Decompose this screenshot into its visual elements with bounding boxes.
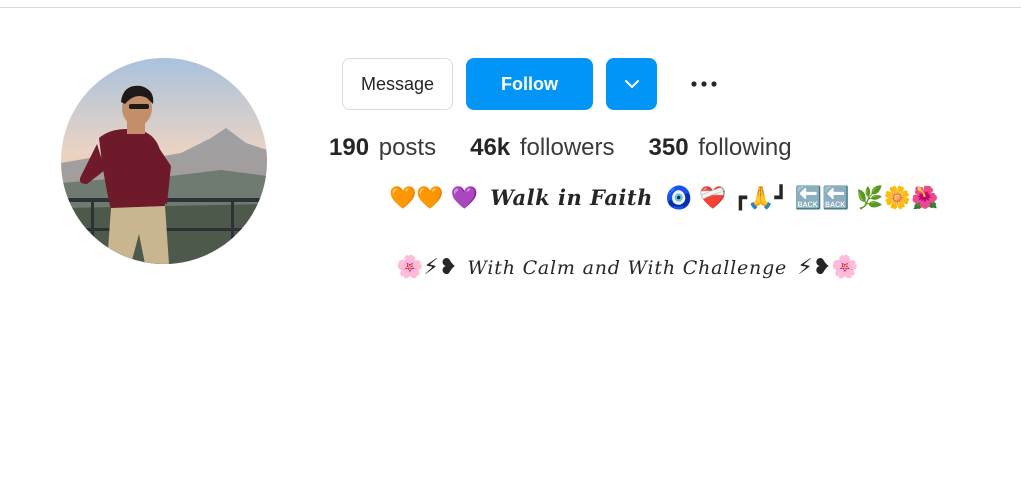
stat-label: followers (519, 134, 615, 161)
stat-number: 46k (470, 134, 511, 161)
bio-emoji-prefix: 🧡🧡 💜 (389, 186, 479, 211)
bio-line-2: 🌸⚡❥ With Calm and With Challenge ⚡❥🌸 (396, 254, 859, 280)
stat-following[interactable]: 350 following (649, 134, 792, 162)
profile-photo (61, 58, 267, 264)
more-icon (691, 81, 717, 87)
bio-emoji-suffix: 🧿 ❤️‍🩹 ┏🙏┛ 🔙🔙 🌿🌼🌺 (665, 186, 939, 211)
stat-number: 190 (329, 134, 370, 161)
suggested-dropdown-button[interactable] (606, 58, 657, 110)
bio-text: With Calm and With Challenge (467, 257, 788, 279)
bio-text: Walk in Faith (490, 185, 653, 210)
stat-label: following (698, 134, 792, 161)
chevron-down-icon (624, 80, 639, 88)
profile-avatar[interactable] (61, 58, 267, 264)
stat-followers[interactable]: 46k followers (470, 134, 614, 162)
follow-button[interactable]: Follow (466, 58, 593, 110)
stat-number: 350 (648, 134, 689, 161)
more-options-button[interactable] (682, 66, 726, 102)
bio-line-1: 🧡🧡 💜 Walk in Faith 🧿 ❤️‍🩹 ┏🙏┛ 🔙🔙 🌿🌼🌺 (389, 185, 939, 211)
stat-label: posts (378, 134, 437, 161)
stat-posts[interactable]: 190 posts (329, 134, 436, 162)
profile-stats: 190 posts 46k followers 350 following (329, 132, 792, 164)
bio-emoji-suffix: ⚡❥🌸 (797, 255, 859, 280)
bio-emoji-prefix: 🌸⚡❥ (396, 255, 458, 280)
header-divider (0, 7, 1021, 8)
message-button[interactable]: Message (342, 58, 453, 110)
